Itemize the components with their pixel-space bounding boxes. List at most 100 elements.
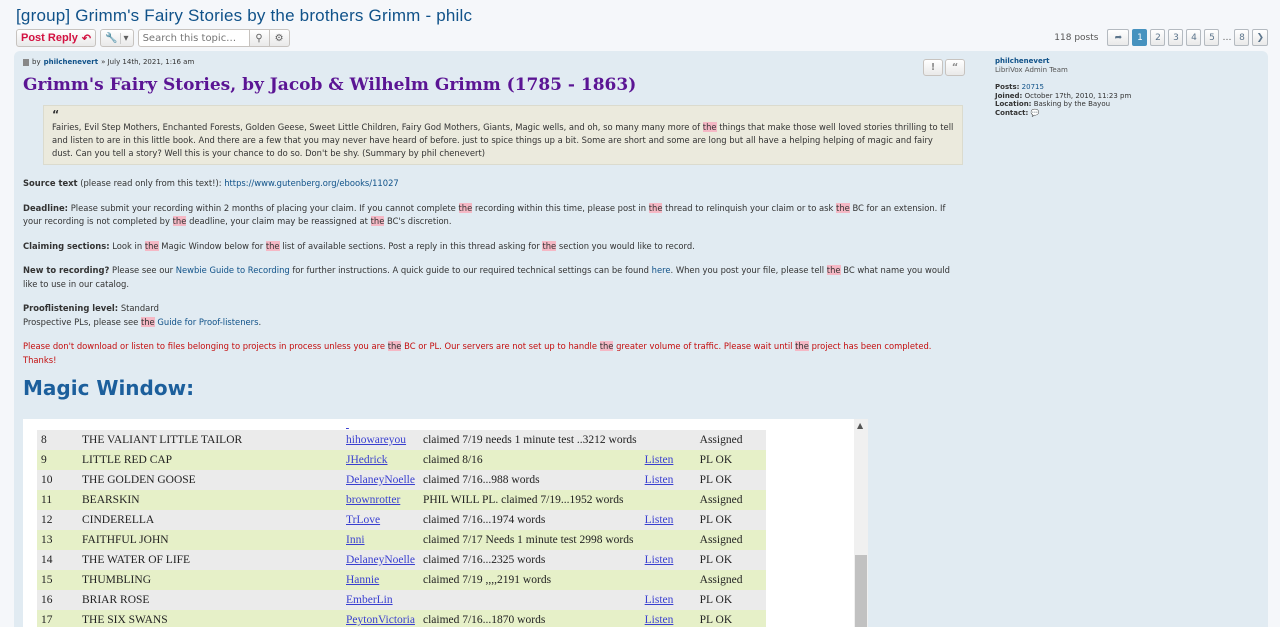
quote-button[interactable]: “: [945, 59, 965, 76]
reader-link[interactable]: Hannie: [346, 574, 379, 586]
claiming-para: Claiming sections: Look in the Magic Win…: [23, 240, 965, 254]
post-reply-button[interactable]: Post Reply ↶: [16, 29, 97, 47]
jump-to-page-button[interactable]: ➦: [1107, 29, 1130, 46]
reader-link[interactable]: DelaneyNoelle: [346, 474, 415, 486]
reader-link[interactable]: [346, 419, 349, 430]
joined-date: October 17th, 2010, 11:23 pm: [1024, 91, 1132, 100]
table-row: 15 THUMBLING Hannie claimed 7/19 ,,,,2191 w…: [37, 570, 766, 590]
page-5[interactable]: 5: [1204, 29, 1220, 46]
table-cell: PL OK: [695, 450, 766, 470]
claim-note: claimed 7/16...1974 words: [422, 514, 546, 526]
reader-link[interactable]: Inni: [346, 534, 365, 546]
listen-link[interactable]: Listen: [645, 554, 674, 566]
section-title: THE VALIANT LITTLE TAILOR: [82, 434, 243, 446]
row-number: 12: [41, 514, 53, 526]
page-last[interactable]: 8: [1234, 29, 1250, 46]
tech-settings-link[interactable]: here: [652, 265, 671, 275]
table-cell: TrLove: [342, 510, 419, 530]
page-3[interactable]: 3: [1168, 29, 1184, 46]
table-cell: 9: [37, 450, 78, 470]
posts-count: 118 posts: [1054, 32, 1099, 43]
listen-link[interactable]: Listen: [645, 454, 674, 466]
section-title: THE GOLDEN GOOSE: [82, 474, 196, 486]
scroll-up-icon[interactable]: ▲: [857, 421, 863, 430]
table-row: 16 BRIAR ROSE EmberLin Listen PL OK: [37, 590, 766, 610]
newbie-guide-link[interactable]: Newbie Guide to Recording: [176, 265, 290, 275]
status-label: PL OK: [699, 594, 733, 606]
deadline-para: Deadline: Please submit your recording w…: [23, 202, 965, 229]
wrench-icon: 🔧: [105, 32, 118, 44]
highlight: the: [542, 240, 557, 251]
topic-tools-button[interactable]: 🔧 ▾: [100, 29, 134, 47]
listen-link[interactable]: Listen: [645, 474, 674, 486]
profile-joined: Joined: October 17th, 2010, 11:23 pm: [995, 92, 1131, 101]
magic-window-scrollbar[interactable]: ▲: [854, 419, 868, 627]
pagination: 118 posts ➦ 1 2 3 4 5 … 8 ❯: [1054, 29, 1268, 46]
source-label: Source text: [23, 178, 78, 188]
post-profile: philchenevert LibriVox Admin Team Posts:…: [995, 57, 1131, 118]
post-author[interactable]: philchenevert: [44, 58, 99, 66]
table-cell: PL OK: [695, 610, 766, 627]
table-cell: DelaneyNoelle: [342, 470, 419, 490]
reader-link[interactable]: DelaneyNoelle: [346, 554, 415, 566]
listen-link[interactable]: Listen: [645, 514, 674, 526]
reader-link[interactable]: TrLove: [346, 514, 380, 526]
proof-listeners-guide-link[interactable]: Guide for Proof-listeners: [157, 317, 258, 327]
row-number: 9: [41, 454, 47, 466]
table-cell: 13: [37, 530, 78, 550]
claim-note: claimed 7/17 Needs 1 minute test 2998 wo…: [422, 534, 634, 546]
advanced-search-button[interactable]: ⚙: [269, 29, 290, 47]
reader-link[interactable]: hihowareyou: [346, 434, 406, 446]
table-cell: DelaneyNoelle: [342, 550, 419, 570]
profile-username[interactable]: philchenevert: [995, 57, 1131, 66]
row-number: 10: [41, 474, 53, 486]
topic-title[interactable]: [group] Grimm's Fairy Stories by the bro…: [16, 6, 472, 26]
scrollbar-thumb[interactable]: [855, 555, 867, 627]
deadline-text: thread to relinquish your claim or to as…: [665, 202, 834, 213]
next-page-button[interactable]: ❯: [1252, 29, 1268, 46]
search-button[interactable]: ⚲: [249, 29, 270, 47]
page-1[interactable]: 1: [1132, 29, 1148, 46]
highlight: the: [795, 341, 809, 351]
page-4[interactable]: 4: [1186, 29, 1202, 46]
warning-para: Please don't download or listen to files…: [23, 340, 965, 367]
table-cell: THUMBLING: [78, 570, 342, 590]
table-cell: THE WATER OF LIFE: [78, 550, 342, 570]
by-label: by: [32, 58, 41, 66]
source-link[interactable]: https://www.gutenberg.org/ebooks/11027: [224, 178, 399, 188]
profile-location: Location: Basking by the Bayou: [995, 100, 1131, 109]
listen-link[interactable]: Listen: [645, 614, 674, 626]
table-cell: 8: [37, 430, 78, 450]
reader-link[interactable]: brownrotter: [346, 494, 400, 506]
claim-note: PHIL WILL PL. claimed 7/19...1952 words: [422, 494, 624, 506]
status-label: PL OK: [699, 474, 733, 486]
warning-text: Please don't download or listen to files…: [23, 341, 386, 351]
table-cell: LITTLE RED CAP: [78, 450, 342, 470]
prooflistening-text: Prospective PLs, please see: [23, 316, 139, 327]
location-label: Location:: [995, 100, 1032, 109]
highlight: the: [826, 265, 841, 275]
reader-link[interactable]: JHedrick: [346, 454, 388, 466]
reader-link[interactable]: PeytonVictoria: [346, 614, 415, 626]
table-cell: claimed 7/17 Needs 1 minute test 2998 wo…: [418, 530, 641, 550]
profile-contact: Contact: 💬: [995, 109, 1131, 118]
table-cell: Assigned: [695, 530, 766, 550]
report-button[interactable]: !: [923, 59, 943, 76]
claiming-label: Claiming sections:: [23, 240, 110, 251]
table-cell: THE GOLDEN GOOSE: [78, 470, 342, 490]
highlight: the: [648, 202, 663, 213]
highlight: the: [144, 240, 159, 251]
reader-link[interactable]: EmberLin: [346, 594, 393, 606]
search-input[interactable]: [137, 29, 250, 47]
table-cell: BRIAR ROSE: [78, 590, 342, 610]
post: by philchenevert » July 14th, 2021, 1:16…: [14, 51, 1268, 627]
highlight: the: [140, 316, 155, 327]
profile-rank: LibriVox Admin Team: [995, 65, 1068, 74]
contact-bubble-icon[interactable]: 💬: [1031, 109, 1040, 117]
listen-link[interactable]: Listen: [645, 594, 674, 606]
reply-arrow-icon: ↶: [81, 32, 92, 45]
table-cell: THE SIX SWANS: [78, 610, 342, 627]
page-2[interactable]: 2: [1150, 29, 1166, 46]
table-row: 10 THE GOLDEN GOOSE DelaneyNoelle claimed 7…: [37, 470, 766, 490]
posts-count-link[interactable]: 20715: [1022, 83, 1044, 91]
